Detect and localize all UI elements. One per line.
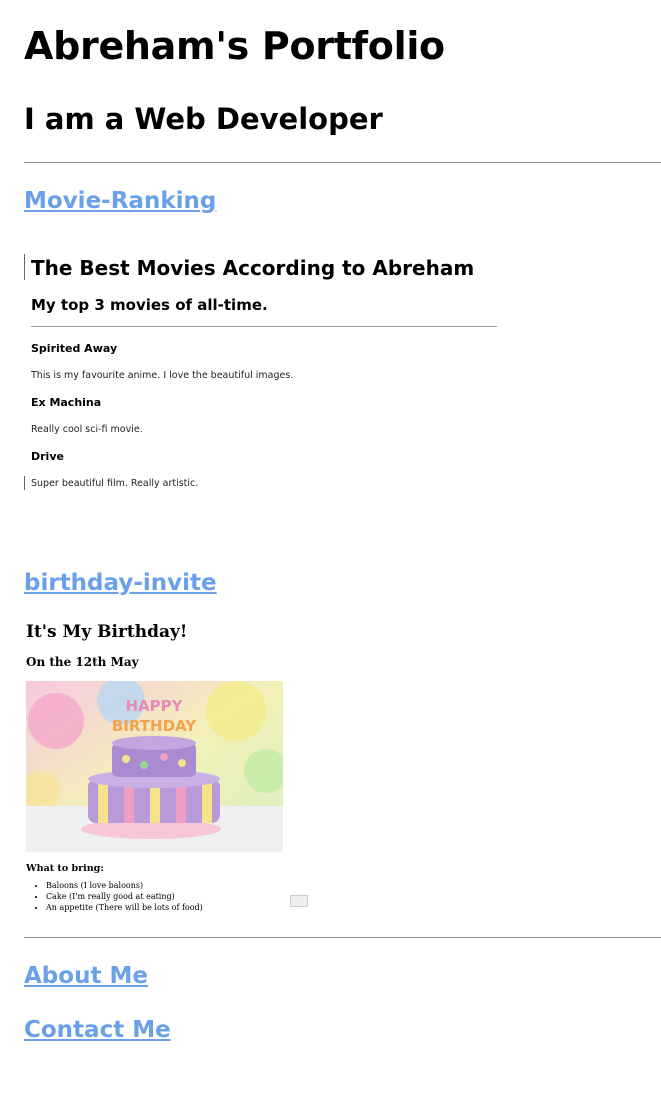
birthday-invite-link[interactable]: birthday-invite — [24, 570, 217, 596]
list-item: Cake (I'm really good at eating) — [46, 891, 203, 902]
page-subtitle: I am a Web Developer — [24, 102, 383, 136]
svg-text:BIRTHDAY: BIRTHDAY — [112, 717, 197, 735]
bring-list: Baloons (I love baloons) Cake (I'm reall… — [26, 880, 203, 913]
birthday-cake-image: HAPPY BIRTHDAY — [26, 681, 283, 852]
movie-preview-subheading: My top 3 movies of all-time. — [31, 296, 268, 314]
page-title: Abreham's Portfolio — [24, 24, 445, 68]
movie-description: Really cool sci-fi movie. — [31, 424, 143, 435]
movie-title: Ex Machina — [31, 396, 102, 409]
movie-title: Drive — [31, 450, 64, 463]
divider-bottom — [24, 937, 661, 938]
movie-description: This is my favourite anime. I love the b… — [31, 370, 294, 381]
preview-form-button[interactable] — [290, 895, 308, 907]
preview-left-edge-bottom — [24, 476, 25, 490]
about-me-link[interactable]: About Me — [24, 963, 148, 989]
birthday-date: On the 12th May — [26, 655, 139, 669]
divider-top — [24, 162, 661, 163]
list-item: An appetite (There will be lots of food) — [46, 902, 203, 913]
movie-preview-divider — [31, 326, 497, 327]
movie-description: Super beautiful film. Really artistic. — [31, 478, 199, 489]
svg-text:HAPPY: HAPPY — [125, 697, 183, 715]
list-item: Baloons (I love baloons) — [46, 880, 203, 891]
movie-title: Spirited Away — [31, 342, 118, 355]
birthday-invite-preview[interactable]: It's My Birthday! On the 12th May HAPPY … — [24, 620, 324, 920]
bring-heading: What to bring: — [26, 863, 104, 874]
contact-me-link[interactable]: Contact Me — [24, 1017, 171, 1043]
movie-ranking-link[interactable]: Movie-Ranking — [24, 188, 216, 214]
movie-preview-heading: The Best Movies According to Abreham — [31, 256, 475, 280]
birthday-heading: It's My Birthday! — [26, 622, 188, 642]
movie-ranking-preview[interactable]: The Best Movies According to Abreham My … — [24, 252, 504, 492]
preview-left-edge — [24, 254, 25, 280]
